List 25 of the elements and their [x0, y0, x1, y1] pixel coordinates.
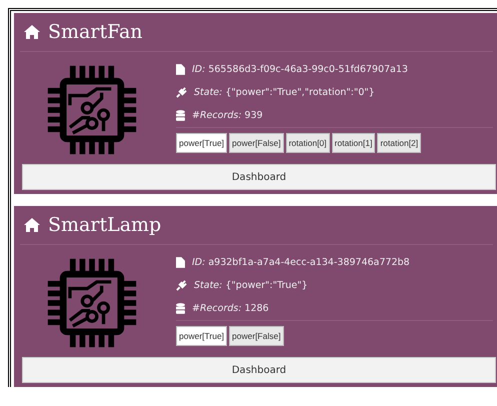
action-button[interactable]: rotation[0] — [286, 133, 330, 153]
device-record-count: #Records: 939 — [192, 110, 263, 121]
dashboard-button[interactable]: Dashboard — [22, 164, 496, 190]
device-title: SmartLamp — [48, 214, 162, 236]
action-button[interactable]: power[True] — [176, 326, 228, 346]
action-button[interactable]: rotation[1] — [332, 133, 376, 153]
plug-icon — [176, 280, 187, 291]
device-state: State: {"power":"True"} — [194, 280, 308, 291]
device-state: State: {"power":"True","rotation":"0"} — [194, 87, 375, 98]
home-icon — [24, 218, 40, 232]
action-button[interactable]: power[False] — [229, 133, 284, 153]
action-button[interactable]: rotation[2] — [377, 133, 422, 153]
database-icon — [176, 303, 185, 314]
file-icon — [176, 257, 185, 268]
home-icon — [24, 25, 40, 39]
device-id: ID: a932bf1a-a7a4-4ecc-a134-389746a772b8 — [192, 257, 410, 268]
device-id: ID: 565586d3-f09c-46a3-99c0-51fd67907a13 — [192, 64, 408, 75]
action-button[interactable]: power[True] — [176, 133, 228, 153]
plug-icon — [176, 87, 187, 98]
device-record-count: #Records: 1286 — [192, 303, 269, 314]
device-title: SmartFan — [48, 21, 143, 43]
file-icon — [176, 64, 185, 75]
database-icon — [176, 110, 185, 121]
dashboard-button[interactable]: Dashboard — [22, 357, 496, 383]
action-button[interactable]: power[False] — [229, 326, 284, 346]
